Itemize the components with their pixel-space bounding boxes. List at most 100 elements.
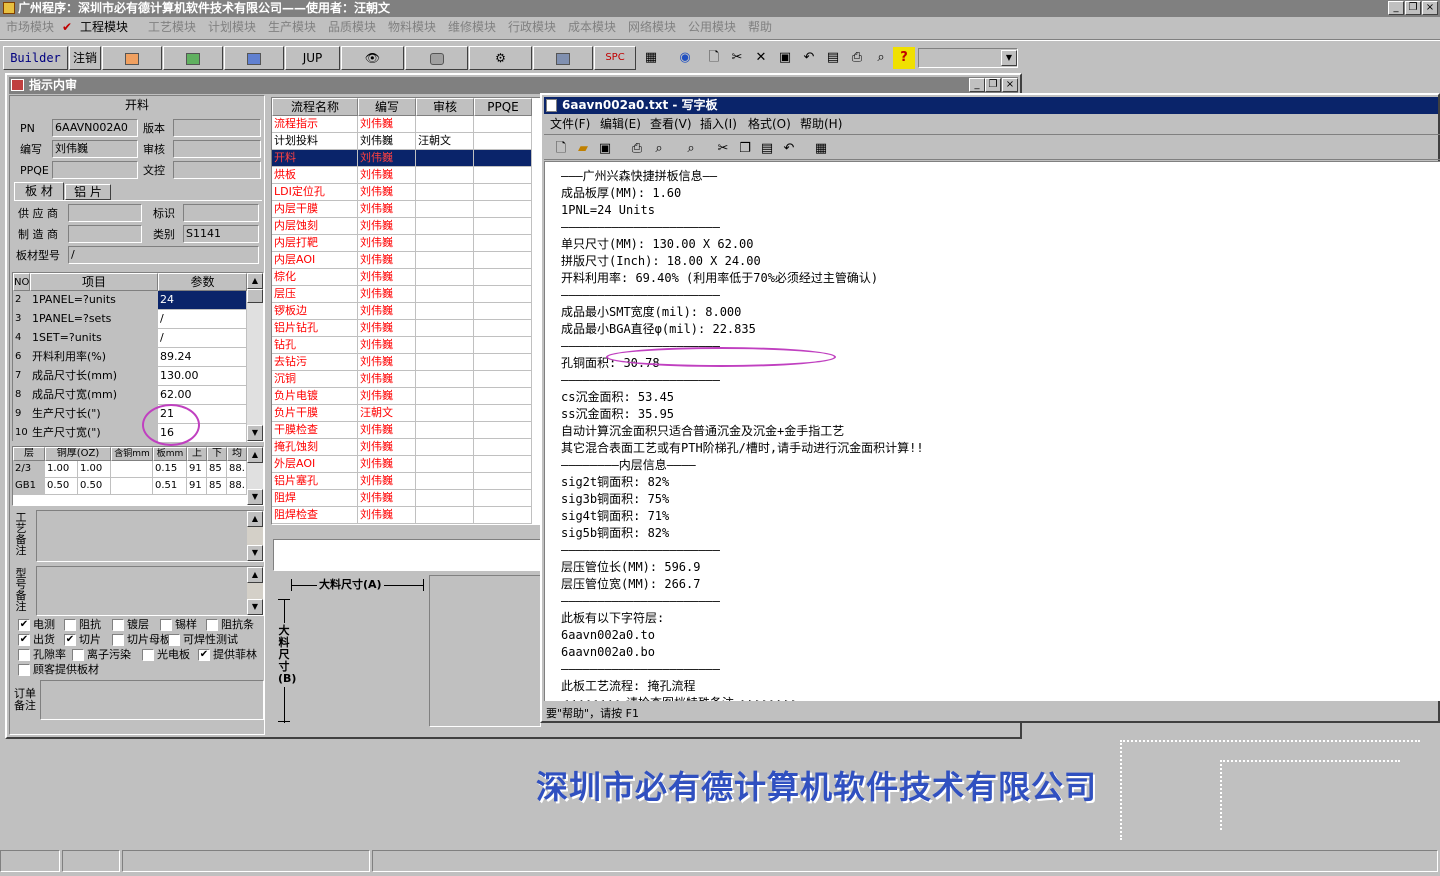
- save-icon[interactable]: ▣: [594, 138, 616, 160]
- flow-row-reviewer[interactable]: [416, 371, 474, 388]
- flow-row-author[interactable]: 刘伟巍: [358, 507, 416, 524]
- flow-row-author[interactable]: 刘伟巍: [358, 201, 416, 218]
- flow-row-reviewer[interactable]: [416, 184, 474, 201]
- param-row-value[interactable]: /: [158, 329, 247, 348]
- param-scrollbar[interactable]: ▲ ▼: [247, 273, 263, 441]
- flow-row-name[interactable]: 内层打靶: [272, 235, 358, 252]
- flow-row-author[interactable]: 刘伟巍: [358, 337, 416, 354]
- flow-row-reviewer[interactable]: [416, 490, 474, 507]
- computer-button[interactable]: [533, 46, 593, 70]
- flow-row-ppqe[interactable]: [474, 354, 532, 371]
- author-field[interactable]: 刘伟巍: [52, 140, 138, 158]
- save-icon[interactable]: ▣: [774, 47, 796, 69]
- flow-row-reviewer[interactable]: [416, 150, 474, 167]
- flow-row-ppqe[interactable]: [474, 133, 532, 150]
- flow-row-reviewer[interactable]: [416, 354, 474, 371]
- flow-row-name[interactable]: 内层AOI: [272, 252, 358, 269]
- checkbox[interactable]: [18, 649, 30, 661]
- menu-help[interactable]: 帮助: [748, 17, 772, 37]
- wp-menu-view[interactable]: 查看(V): [650, 115, 692, 133]
- calc-icon[interactable]: ▦: [640, 47, 662, 69]
- scroll-up-icon[interactable]: ▲: [247, 511, 263, 527]
- flow-row-name[interactable]: 流程指示: [272, 116, 358, 133]
- toolbar-combo[interactable]: ▼: [918, 48, 1018, 68]
- category-field[interactable]: S1141: [183, 225, 259, 243]
- flow-row-name[interactable]: 内层干膜: [272, 201, 358, 218]
- builder-button[interactable]: Builder: [3, 46, 68, 70]
- help-button[interactable]: ?: [893, 47, 915, 69]
- menu-common[interactable]: 公用模块: [688, 17, 736, 37]
- word-button[interactable]: [224, 46, 284, 70]
- child-restore-button[interactable]: ❐: [985, 78, 1001, 92]
- checkbox[interactable]: [64, 619, 76, 631]
- print-icon[interactable]: ⎙: [626, 138, 648, 160]
- flow-row-name[interactable]: 开料: [272, 150, 358, 167]
- flow-row-author[interactable]: 刘伟巍: [358, 456, 416, 473]
- child-close-button[interactable]: ×: [1002, 78, 1018, 92]
- flow-row-ppqe[interactable]: [474, 218, 532, 235]
- database-button[interactable]: [405, 46, 468, 70]
- flow-row-reviewer[interactable]: [416, 439, 474, 456]
- flow-row-reviewer[interactable]: [416, 388, 474, 405]
- print-icon[interactable]: ⎙: [846, 47, 868, 69]
- flow-row-author[interactable]: 刘伟巍: [358, 354, 416, 371]
- param-row-value[interactable]: 24: [158, 291, 247, 310]
- order-memo[interactable]: [40, 680, 264, 720]
- param-row-value[interactable]: 62.00: [158, 386, 247, 405]
- scroll-up-icon[interactable]: ▲: [247, 273, 263, 289]
- close-button[interactable]: ×: [1422, 1, 1438, 15]
- flow-row-name[interactable]: 铝片塞孔: [272, 473, 358, 490]
- flow-row-name[interactable]: 沉铜: [272, 371, 358, 388]
- scroll-up-icon[interactable]: ▲: [247, 567, 263, 583]
- param-row-value[interactable]: 89.24: [158, 348, 247, 367]
- flow-row-author[interactable]: 刘伟巍: [358, 320, 416, 337]
- flow-row-ppqe[interactable]: [474, 371, 532, 388]
- review-field[interactable]: [173, 140, 261, 158]
- menu-process[interactable]: 工艺模块: [148, 17, 196, 37]
- checkbox[interactable]: ✔: [64, 634, 76, 646]
- tab-aluminum[interactable]: 铝 片: [65, 184, 111, 200]
- flow-row-ppqe[interactable]: [474, 388, 532, 405]
- preview-icon[interactable]: ▤: [822, 47, 844, 69]
- flow-row-author[interactable]: 刘伟巍: [358, 269, 416, 286]
- flow-row-reviewer[interactable]: [416, 201, 474, 218]
- wp-menu-help[interactable]: 帮助(H): [800, 115, 842, 133]
- flow-row-name[interactable]: 阻焊: [272, 490, 358, 507]
- flow-row-author[interactable]: 刘伟巍: [358, 439, 416, 456]
- flow-row-ppqe[interactable]: [474, 320, 532, 337]
- undo-icon[interactable]: ↶: [778, 138, 800, 160]
- flow-row-ppqe[interactable]: [474, 303, 532, 320]
- scroll-down-icon[interactable]: ▼: [247, 489, 263, 505]
- flow-row-author[interactable]: 刘伟巍: [358, 133, 416, 150]
- scroll-thumb[interactable]: [247, 289, 263, 303]
- logout-button[interactable]: 注销: [69, 46, 101, 70]
- supplier-field[interactable]: [68, 204, 142, 222]
- flow-row-name[interactable]: 外层AOI: [272, 456, 358, 473]
- flow-row-ppqe[interactable]: [474, 286, 532, 303]
- scroll-down-icon[interactable]: ▼: [247, 599, 263, 615]
- checkbox[interactable]: [112, 619, 124, 631]
- flow-row-name[interactable]: 阻焊检查: [272, 507, 358, 524]
- delete-icon[interactable]: ✕: [750, 47, 772, 69]
- wp-menu-edit[interactable]: 编辑(E): [600, 115, 641, 133]
- new-file-icon[interactable]: 🗋: [550, 138, 572, 160]
- flow-row-ppqe[interactable]: [474, 337, 532, 354]
- checkbox[interactable]: [142, 649, 154, 661]
- craft-memo[interactable]: ▲ ▼: [36, 510, 264, 562]
- eye-button[interactable]: 👁: [341, 46, 404, 70]
- control-field[interactable]: [173, 161, 261, 179]
- flow-row-author[interactable]: 刘伟巍: [358, 490, 416, 507]
- wordpad-document[interactable]: ———广州兴森快捷拼板信息—— 成品板厚(MM): 1.60 1PNL=24 Uni…: [544, 161, 1440, 701]
- flow-row-ppqe[interactable]: [474, 150, 532, 167]
- flow-row-ppqe[interactable]: [474, 473, 532, 490]
- menu-maintenance[interactable]: 维修模块: [448, 17, 496, 37]
- pn-field[interactable]: 6AAVN002A0: [52, 119, 138, 137]
- flow-row-name[interactable]: 层压: [272, 286, 358, 303]
- checkbox[interactable]: [72, 649, 84, 661]
- flow-row-author[interactable]: 刘伟巍: [358, 303, 416, 320]
- flow-row-name[interactable]: 烘板: [272, 167, 358, 184]
- flow-row-reviewer[interactable]: [416, 422, 474, 439]
- model-memo[interactable]: ▲ ▼: [36, 566, 264, 616]
- craft-memo-scrollbar[interactable]: ▲ ▼: [247, 511, 263, 561]
- flow-row-author[interactable]: 刘伟巍: [358, 371, 416, 388]
